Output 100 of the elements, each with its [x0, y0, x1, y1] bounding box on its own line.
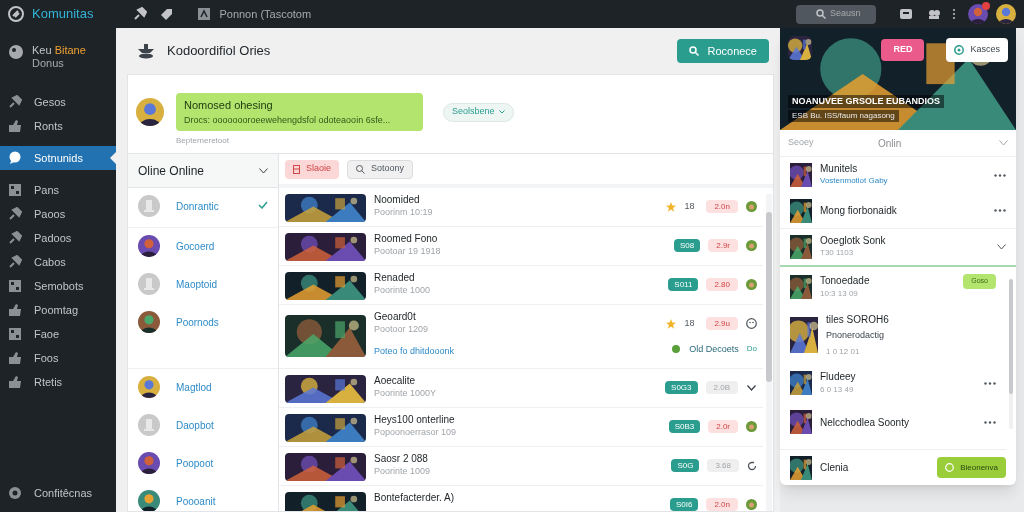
user-row[interactable]: Maoptoid — [128, 266, 278, 304]
chevron-down-icon[interactable] — [997, 244, 1006, 250]
avatar-icon — [746, 421, 757, 432]
score-label: 2.9r — [708, 239, 738, 252]
sidebar-item[interactable]: Padoos — [0, 226, 116, 250]
pin-icon — [8, 231, 22, 245]
row-subtitle: Poorinte 1000 — [374, 284, 432, 296]
list-row[interactable]: Roomed Fono Pootoar 19 1918 S08 2.9r — [279, 227, 763, 266]
item-title: Munitels — [820, 163, 859, 175]
sidebar-item[interactable]: Foos — [0, 346, 116, 370]
panel-item[interactable]: Mong fiorbonaidk — [780, 193, 1016, 229]
item-title: Tonoedade — [820, 274, 871, 287]
sidebar-item[interactable]: Poomtag — [0, 298, 116, 322]
message-icon[interactable] — [900, 8, 912, 20]
more-icon[interactable] — [984, 420, 996, 424]
more-icon[interactable] — [994, 209, 1006, 212]
user-row[interactable]: Poornods — [128, 304, 278, 369]
item-title: Mong fiorbonaidk — [820, 204, 898, 217]
site-subtitle: Donus — [32, 57, 65, 70]
row-link[interactable]: Poteo fo dhitdooonk — [374, 345, 659, 357]
trash-icon — [293, 164, 300, 174]
score-label: 2.0B — [705, 381, 738, 394]
sidebar-item[interactable]: Sotnunids — [0, 146, 116, 170]
row-subtitle: Pootoor 1209 — [374, 323, 430, 335]
row-subtitle: Poorinte 1000Y — [374, 387, 438, 399]
user-row[interactable]: Donrantic — [128, 188, 278, 228]
row-title: Roomed Fono — [374, 233, 439, 245]
list-header[interactable]: Oline Online — [128, 154, 278, 188]
notice-text: Drocs: oooooooroeewehengdsfol odoteaooin 6sfe... — [184, 113, 392, 127]
site-name[interactable]: Ponnon (Tascotom — [219, 5, 312, 23]
sidebar-item[interactable]: Gesos — [0, 90, 116, 114]
square-icon[interactable] — [197, 7, 212, 21]
more-icon[interactable] — [984, 381, 996, 385]
tag-label: S0B3 — [668, 420, 701, 433]
filter-button[interactable]: Slaoie — [285, 159, 340, 179]
panel-item[interactable]: Munitels Vostenmotlot Gaby — [780, 157, 1016, 193]
panel-item[interactable]: Fludeey 6 0 13 49 — [780, 363, 1006, 403]
user-row[interactable]: Poooanit — [128, 483, 278, 511]
logo-icon[interactable] — [8, 6, 24, 22]
user-row[interactable]: Magtlod — [128, 369, 278, 407]
chevron-down-icon — [498, 110, 505, 114]
search-button[interactable]: Sotoony — [347, 159, 414, 179]
item-subtitle: Vostenmotlot Gaby — [820, 175, 889, 187]
more-icon[interactable] — [994, 173, 1006, 177]
sidebar-item[interactable]: Rtetis — [0, 370, 116, 394]
thumb-icon — [8, 375, 22, 389]
site-label[interactable]: Keu Bitane — [32, 44, 86, 57]
panel-item[interactable]: Ooeglotk Sonk T30 1103 — [780, 229, 1016, 265]
item-title: Nelcchodlea Soonty — [820, 415, 910, 429]
search-icon — [689, 46, 700, 56]
sidebar-footer-item[interactable]: Confitêcnas — [0, 478, 116, 508]
sidebar-item[interactable]: Faoe — [0, 322, 116, 346]
row-title: Noomided — [374, 194, 421, 206]
scrollbar-thumb[interactable] — [1009, 279, 1013, 394]
sidebar-item[interactable]: Ronts — [0, 114, 116, 138]
row-title: Geoard0t — [374, 311, 417, 323]
row-title: Saosr 2 088 — [374, 453, 429, 465]
sidebar-item[interactable]: Cabos — [0, 250, 116, 274]
more-icon[interactable] — [952, 8, 956, 20]
tag-icon[interactable] — [159, 7, 174, 21]
score-label: 2.0r — [708, 420, 738, 433]
list-row[interactable]: Renaded Poorinte 1000 S011 2.80 — [279, 266, 763, 305]
list-row[interactable]: Aoecalite Poorinte 1000Y S0G3 2.0B — [279, 369, 763, 408]
search-input[interactable]: Seausn — [830, 7, 870, 21]
row-title: Aoecalite — [374, 375, 417, 387]
list-row[interactable]: Heys100 onterline Popoonoerrasor 109 S0B3 2.0r — [279, 408, 763, 447]
user-row[interactable]: Gocoerd — [128, 228, 278, 266]
row-subtitle: Pootoar 19 1918 — [374, 245, 442, 257]
action-button[interactable]: Bieonenva — [937, 457, 1006, 478]
list-row[interactable]: Saosr 2 088 Poorinte 1009 S0G 3.68 — [279, 447, 763, 486]
pin-icon[interactable] — [133, 7, 148, 21]
item-title: Fludeey — [820, 370, 857, 383]
row-subtitle: Poorinte 1009 — [374, 465, 432, 477]
rating-count: 18 — [684, 317, 695, 330]
user-row[interactable]: Poopoot — [128, 445, 278, 483]
item-subtitle: Pnonerodactig — [826, 328, 886, 342]
search-field[interactable]: Seausn — [796, 4, 876, 24]
rating-count: 18 — [684, 200, 695, 213]
notification-dot-icon — [982, 2, 990, 10]
item-subtitle: T30 1103 — [820, 247, 855, 259]
sidebar-item[interactable]: Semobots — [0, 274, 116, 298]
sidebar-item[interactable]: Paoos — [0, 202, 116, 226]
sidebar-item[interactable]: Pans — [0, 178, 116, 202]
scrollbar-thumb[interactable] — [766, 212, 772, 382]
panel-item[interactable]: tiles SOROH6 Pnonerodactig 1 0 12 01 — [780, 307, 1006, 363]
panel-item[interactable]: Nelcchodlea Soonty — [780, 403, 1006, 441]
grid-icon — [8, 183, 22, 197]
thumb-icon — [8, 303, 22, 317]
list-row[interactable]: Bontefacterder. A) S0I6 2.0n — [279, 486, 763, 511]
star-icon — [666, 318, 677, 329]
user-row[interactable]: Daopbot — [128, 407, 278, 445]
panel-item[interactable]: Clenia Bieonenva — [780, 449, 1006, 485]
list-row[interactable]: Geoard0t Pootoor 1209 Poteo fo dhitdooonk 18 2.9u Old Decoets Do — [279, 305, 763, 369]
score-label: 2.80 — [706, 278, 738, 291]
people-icon[interactable] — [928, 8, 940, 20]
brand-name[interactable]: Komunitas — [32, 4, 94, 24]
search-icon — [356, 164, 366, 174]
caption: Bepterneretoot — [176, 135, 230, 147]
list-row[interactable]: Noomided Poorinm 10:19 18 2.0n — [279, 188, 763, 227]
settings-icon — [8, 486, 22, 500]
